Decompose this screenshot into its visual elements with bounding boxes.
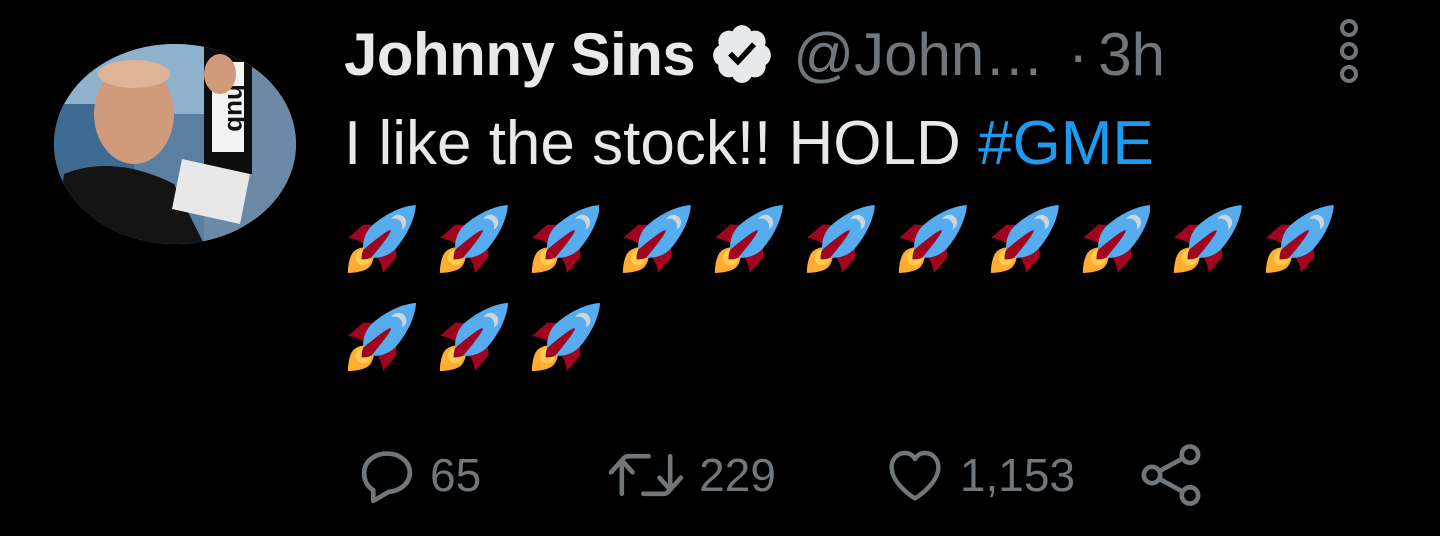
tweet-timestamp[interactable]: 3h <box>1098 20 1165 89</box>
hashtag-link[interactable]: #GME <box>978 109 1154 178</box>
reply-icon <box>361 451 413 504</box>
display-name[interactable]: Johnny Sins <box>344 20 696 89</box>
more-options-icon[interactable] <box>1334 16 1364 86</box>
rocket-emoji-icon <box>715 205 784 273</box>
rocket-emoji-icon <box>347 303 416 372</box>
rocket-emoji-icon <box>1082 205 1151 273</box>
rocket-emoji-icon <box>531 205 600 273</box>
heart-icon <box>889 450 941 501</box>
share-icon <box>1141 444 1201 506</box>
verified-badge-icon <box>709 21 775 87</box>
rocket-emoji-icon <box>806 205 875 273</box>
rocket-row-1 <box>346 200 1356 288</box>
rocket-row-2 <box>346 298 1356 386</box>
tweet-text: I like the stock!! HOLD #GME <box>344 108 1154 179</box>
retweet-icon <box>608 453 684 497</box>
avatar[interactable]: hub <box>54 44 296 244</box>
rocket-emoji-icon <box>531 303 600 372</box>
rocket-emoji-icon <box>1174 205 1243 273</box>
rocket-emoji-icon <box>1266 205 1334 273</box>
tweet-header: Johnny Sins @John… · 3h <box>344 14 1370 94</box>
user-handle[interactable]: @John… <box>793 20 1044 89</box>
reply-count: 65 <box>430 449 482 501</box>
tweet-text-plain: I like the stock!! HOLD <box>344 109 978 178</box>
rocket-emoji-icon <box>439 205 508 273</box>
rocket-emoji-icon <box>439 303 508 372</box>
share-button[interactable] <box>1135 440 1207 510</box>
reply-button[interactable]: 65 <box>354 442 481 508</box>
rocket-emoji-icon <box>623 205 692 273</box>
retweet-button[interactable]: 229 <box>603 442 776 508</box>
rocket-emoji-group <box>346 200 1356 396</box>
tweet-actions: 65 229 1,153 <box>354 440 1207 510</box>
avatar-photo: hub <box>54 44 296 244</box>
rocket-emoji-icon <box>990 205 1059 273</box>
like-button[interactable]: 1,153 <box>880 442 1075 508</box>
rocket-emoji-icon <box>347 205 416 273</box>
retweet-count: 229 <box>699 449 776 501</box>
separator-dot: · <box>1068 20 1089 88</box>
rocket-emoji-icon <box>898 205 967 273</box>
like-count: 1,153 <box>959 449 1076 501</box>
